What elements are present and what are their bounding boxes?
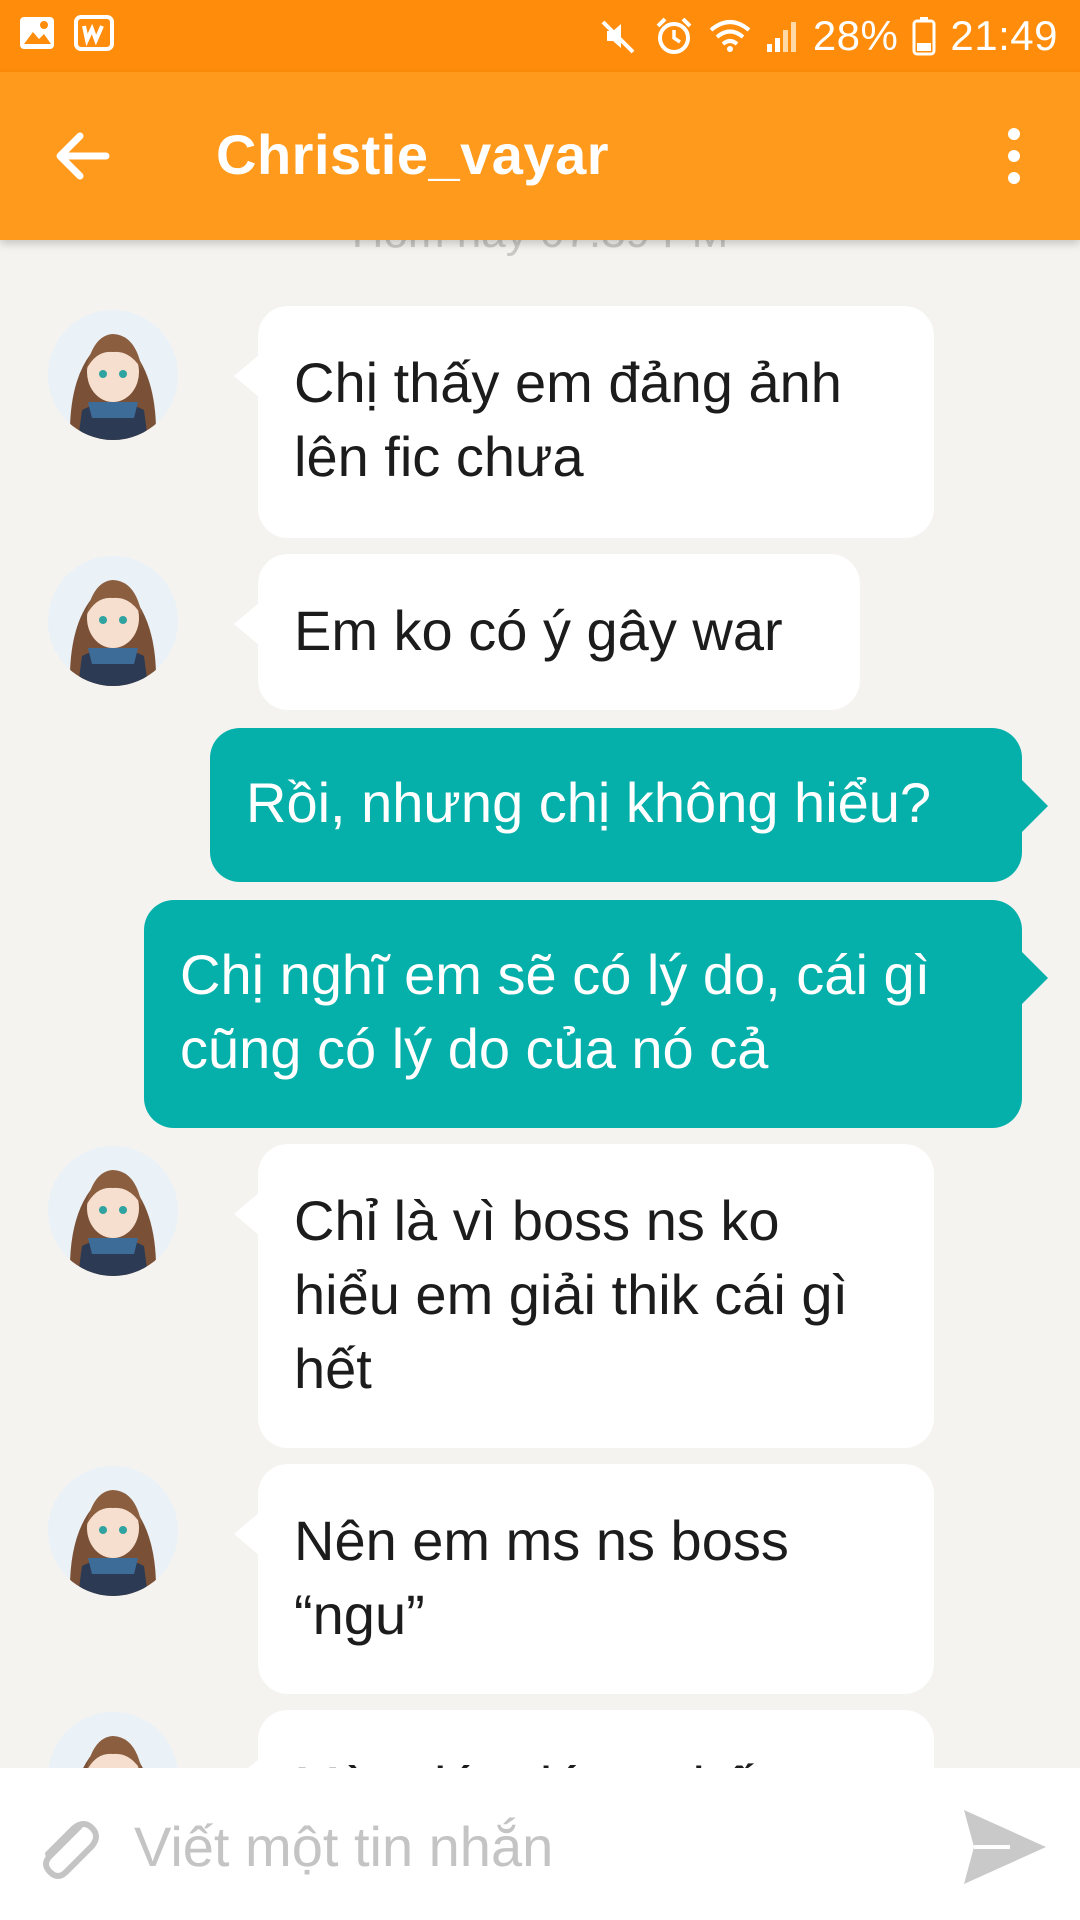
composer-bar: [0, 1768, 1080, 1920]
wifi-icon: [709, 18, 751, 54]
message-incoming[interactable]: Chị thấy em đảng ảnh lên fic chưa: [234, 306, 934, 538]
message-list[interactable]: Hôm nay 07:39 PM Chị thấy em đảng ảnh lê…: [0, 240, 1080, 1768]
message-incoming[interactable]: Nên em ms ns boss “ngu”: [234, 1464, 934, 1694]
status-bar: 28% 21:49: [0, 0, 1080, 72]
message-incoming[interactable]: Chỉ là vì boss ns ko hiểu em giải thik c…: [234, 1144, 934, 1448]
gallery-icon: [18, 14, 56, 52]
more-vertical-icon: [1008, 128, 1020, 184]
message-incoming[interactable]: Mà... lúc đó em hết...: [234, 1710, 934, 1768]
battery-percent: 28%: [812, 12, 899, 59]
back-button[interactable]: [50, 124, 114, 188]
paperclip-icon: [43, 1821, 99, 1879]
wattpad-icon: [74, 14, 114, 52]
mute-icon: [599, 16, 639, 56]
message-outgoing[interactable]: Chị nghĩ em sẽ có lý do, cái gì cũng có …: [144, 900, 1048, 1128]
contact-avatar[interactable]: [48, 556, 178, 686]
contact-avatar[interactable]: [48, 1466, 178, 1596]
battery-icon: [912, 16, 936, 56]
message-input[interactable]: [132, 1802, 916, 1890]
signal-icon: [765, 18, 799, 54]
send-icon: [964, 1810, 1046, 1884]
message-outgoing[interactable]: Rồi, nhưng chị không hiểu?: [210, 728, 1048, 882]
contact-avatar[interactable]: [48, 310, 178, 440]
arrow-back-icon: [56, 132, 110, 180]
app-bar: Christie_vayar: [0, 72, 1080, 240]
clock: 21:49: [950, 12, 1058, 59]
date-divider: Hôm nay 07:39 PM: [0, 240, 1080, 272]
overflow-menu-button[interactable]: [994, 122, 1034, 192]
attach-button[interactable]: [28, 1808, 108, 1888]
date-divider-label: Hôm nay 07:39 PM: [0, 240, 1080, 258]
alarm-icon: [653, 15, 695, 57]
send-button[interactable]: [960, 1806, 1050, 1888]
conversation-title: Christie_vayar: [216, 123, 610, 186]
contact-avatar[interactable]: [48, 1146, 178, 1276]
contact-avatar[interactable]: [48, 1712, 178, 1768]
message-incoming[interactable]: Em ko có ý gây war: [234, 554, 860, 710]
